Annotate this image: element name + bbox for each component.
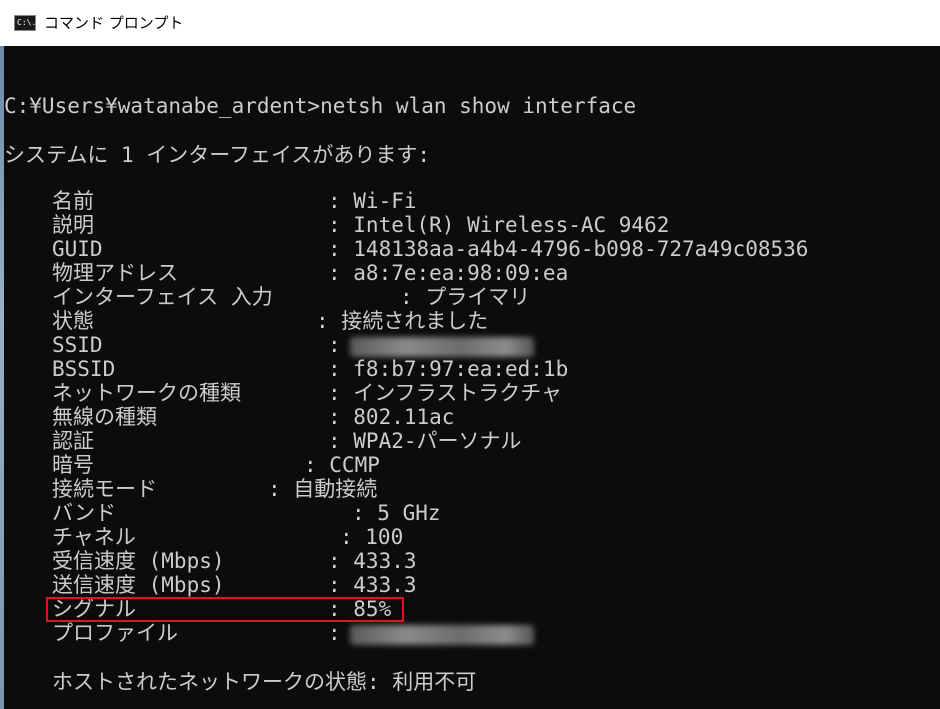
field-label-state: 状態 <box>52 309 94 333</box>
field-label-band: バンド <box>52 501 117 525</box>
command-prompt-window: C:\. コマンド プロンプト C:¥Users¥watanabe_ardent… <box>0 0 940 709</box>
field-value-state: : 接続されました <box>316 309 489 333</box>
field-value-name: : Wi-Fi <box>328 189 417 213</box>
field-value-physical-address: : a8:7e:ea:98:09:ea <box>328 261 569 285</box>
hosted-network-line: ホストされたネットワークの状態: 利用不可 <box>52 670 477 694</box>
field-value-guid: : 148138aa-a4b4-4796-b098-727a49c08536 <box>328 237 809 261</box>
field-value-cipher: : CCMP <box>304 453 380 477</box>
field-label-guid: GUID <box>52 237 103 261</box>
field-label-authentication: 認証 <box>52 429 94 453</box>
field-label-description: 説明 <box>52 213 94 237</box>
field-value-transmit-rate: : 433.3 <box>328 573 417 597</box>
field-label-network-type: ネットワークの種類 <box>52 381 241 405</box>
field-label-radio-type: 無線の種類 <box>52 405 157 429</box>
field-label-cipher: 暗号 <box>52 453 94 477</box>
field-label-interface-type: インターフェイス 入力 <box>52 285 273 309</box>
field-label-name: 名前 <box>52 189 94 213</box>
field-value-profile: : <box>328 621 341 645</box>
field-label-connection-mode: 接続モード <box>52 477 157 501</box>
field-value-connection-mode: : 自動接続 <box>268 477 378 501</box>
command-line: C:¥Users¥watanabe_ardent>netsh wlan show… <box>4 94 637 118</box>
field-value-authentication: : WPA2-パーソナル <box>328 429 522 453</box>
field-label-receive-rate: 受信速度 (Mbps) <box>52 549 225 573</box>
redacted-profile <box>350 625 534 645</box>
field-value-channel: : 100 <box>340 525 404 549</box>
field-value-interface-type: : プライマリ <box>400 285 531 309</box>
field-label-transmit-rate: 送信速度 (Mbps) <box>52 573 225 597</box>
field-value-description: : Intel(R) Wireless-AC 9462 <box>328 213 670 237</box>
redacted-ssid <box>350 337 534 357</box>
cmd-icon: C:\. <box>14 15 36 31</box>
field-value-band: : 5 GHz <box>352 501 441 525</box>
field-label-profile: プロファイル <box>52 621 178 645</box>
field-value-receive-rate: : 433.3 <box>328 549 417 573</box>
field-label-channel: チャネル <box>52 525 136 549</box>
signal-highlight-box <box>46 597 404 622</box>
field-label-physical-address: 物理アドレス <box>52 261 178 285</box>
field-label-ssid: SSID <box>52 333 103 357</box>
field-value-ssid: : <box>328 333 341 357</box>
title-bar[interactable]: C:\. コマンド プロンプト <box>0 0 940 46</box>
field-value-radio-type: : 802.11ac <box>328 405 455 429</box>
window-title: コマンド プロンプト <box>44 14 184 32</box>
field-value-bssid: : f8:b7:97:ea:ed:1b <box>328 357 569 381</box>
field-label-bssid: BSSID <box>52 357 116 381</box>
field-value-network-type: : インフラストラクチャ <box>328 381 563 405</box>
summary-line: システムに 1 インターフェイスがあります: <box>4 143 431 167</box>
